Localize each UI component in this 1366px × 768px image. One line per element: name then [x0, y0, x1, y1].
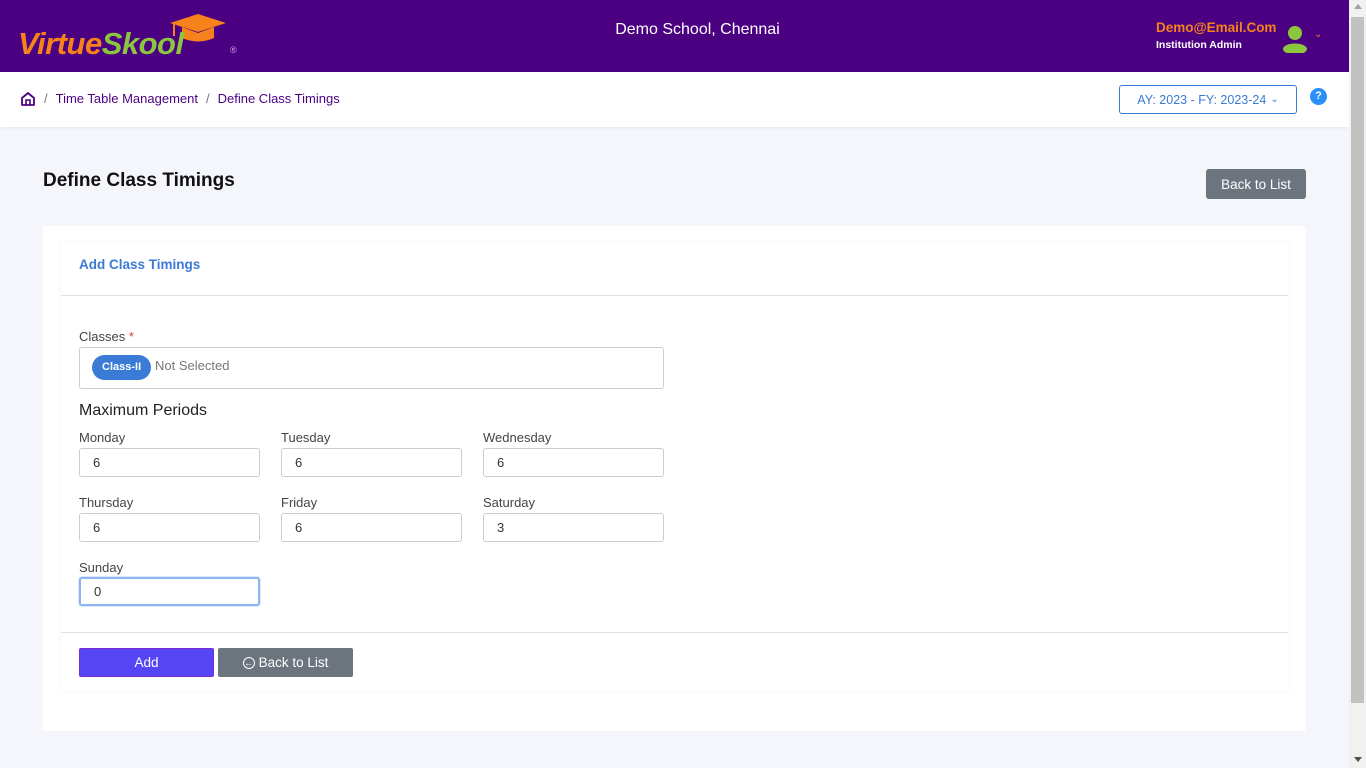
home-icon[interactable]: [20, 91, 36, 107]
card-header: Add Class Timings: [61, 243, 1288, 296]
back-to-list-button[interactable]: Back to List: [1206, 169, 1306, 199]
page-scrollbar[interactable]: [1349, 0, 1366, 768]
sunday-input[interactable]: [79, 577, 260, 606]
sunday-label: Sunday: [79, 560, 124, 575]
breadcrumb-timetable-management[interactable]: Time Table Management: [56, 91, 198, 106]
top-navbar: VirtueSkool ® Demo School, Chennai Demo@…: [0, 0, 1349, 72]
maximum-periods-title: Maximum Periods: [79, 402, 208, 419]
back-to-list-bottom-button[interactable]: ← Back to List: [218, 648, 353, 677]
user-email: Demo@Email.Com: [1156, 20, 1277, 35]
chevron-down-icon[interactable]: ⌄: [1314, 29, 1322, 40]
scroll-down-arrow-icon[interactable]: [1354, 757, 1362, 762]
monday-input[interactable]: [79, 448, 260, 477]
saturday-input[interactable]: [483, 513, 664, 542]
tuesday-label: Tuesday: [281, 430, 331, 445]
saturday-label: Saturday: [483, 495, 536, 510]
classes-label: Classes *: [79, 329, 134, 344]
breadcrumb-define-class-timings: Define Class Timings: [217, 91, 340, 106]
wednesday-input[interactable]: [483, 448, 664, 477]
user-info[interactable]: Demo@Email.Com Institution Admin: [1156, 20, 1276, 51]
academic-year-select[interactable]: AY: 2023 - FY: 2023-24 ⌄: [1119, 85, 1297, 114]
page-title: Define Class Timings: [43, 170, 235, 191]
breadcrumb-separator: /: [44, 91, 48, 106]
card-footer-divider: [61, 632, 1288, 633]
user-role: Institution Admin: [1156, 39, 1242, 51]
chevron-down-icon: ⌄: [1270, 94, 1279, 105]
scrollbar-thumb[interactable]: [1351, 17, 1364, 703]
classes-label-text: Classes: [79, 329, 126, 344]
friday-input[interactable]: [281, 513, 462, 542]
back-to-list-label: Back to List: [258, 655, 329, 670]
thursday-label: Thursday: [79, 495, 134, 510]
thursday-input[interactable]: [79, 513, 260, 542]
academic-year-value: AY: 2023 - FY: 2023-24: [1137, 92, 1267, 107]
classes-placeholder: Not Selected: [155, 358, 230, 373]
add-button[interactable]: Add: [79, 648, 214, 677]
help-icon[interactable]: ?: [1310, 88, 1327, 105]
required-mark: *: [128, 329, 134, 344]
wednesday-label: Wednesday: [483, 430, 552, 445]
class-chip[interactable]: Class-II: [92, 355, 152, 380]
tuesday-input[interactable]: [281, 448, 462, 477]
breadcrumb-separator: /: [205, 91, 210, 106]
user-avatar-icon[interactable]: [1282, 25, 1308, 53]
registered-mark: ®: [230, 45, 237, 55]
classes-multiselect[interactable]: Class-II Not Selected: [79, 347, 664, 389]
arrow-left-circle-icon: ←: [242, 656, 255, 669]
monday-label: Monday: [79, 430, 126, 445]
scroll-up-arrow-icon[interactable]: [1354, 4, 1362, 9]
card-title: Add Class Timings: [79, 257, 201, 272]
breadcrumb: / Time Table Management / Define Class T…: [44, 91, 340, 106]
friday-label: Friday: [281, 495, 318, 510]
